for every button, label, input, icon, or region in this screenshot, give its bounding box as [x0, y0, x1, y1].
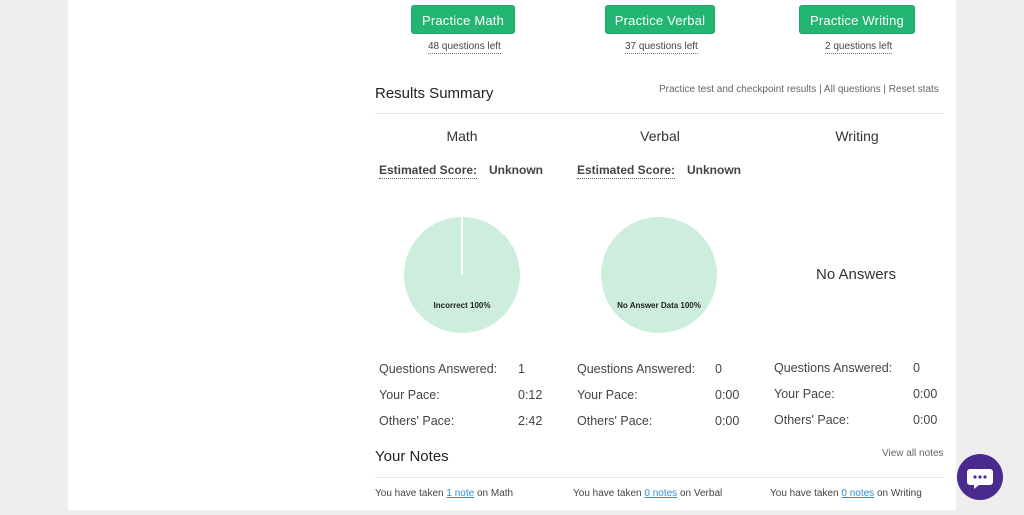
- verbal-others-pace-label: Others' Pace:: [577, 414, 653, 428]
- results-summary-title: Results Summary: [375, 85, 494, 102]
- practice-math-button[interactable]: Practice Math: [411, 5, 515, 34]
- verbal-questions-answered-label: Questions Answered:: [577, 362, 696, 376]
- subject-writing: Writing: [835, 128, 879, 144]
- verbal-questions-left[interactable]: 37 questions left: [625, 41, 698, 54]
- math-estimated-score-value: Unknown: [489, 163, 543, 177]
- practice-writing-button[interactable]: Practice Writing: [799, 5, 915, 34]
- math-notes-link[interactable]: 1 note: [446, 488, 474, 499]
- math-questions-left[interactable]: 48 questions left: [428, 41, 501, 54]
- math-notes-line: You have taken 1 note on Math: [375, 488, 513, 499]
- math-questions-answered-value: 1: [518, 362, 525, 376]
- practice-test-results-link[interactable]: Practice test and checkpoint results: [659, 84, 816, 95]
- view-all-notes-link[interactable]: View all notes: [882, 448, 944, 459]
- subject-verbal: Verbal: [640, 128, 680, 144]
- chat-launcher-button[interactable]: [957, 454, 1003, 500]
- notes-suffix: on Writing: [876, 488, 922, 499]
- math-others-pace-label: Others' Pace:: [379, 414, 455, 428]
- verbal-others-pace-value: 0:00: [715, 414, 740, 428]
- pie-slice-no-answer: [601, 217, 717, 333]
- writing-notes-line: You have taken 0 notes on Writing: [770, 488, 922, 499]
- math-others-pace-value: 2:42: [518, 414, 543, 428]
- verbal-pie-chart: No Answer Data 100%: [601, 217, 717, 333]
- writing-questions-answered-value: 0: [913, 361, 920, 375]
- divider: [375, 113, 944, 114]
- writing-questions-left[interactable]: 2 questions left: [825, 41, 893, 54]
- notes-suffix: on Math: [476, 488, 514, 499]
- math-your-pace-value: 0:12: [518, 388, 543, 402]
- notes-prefix: You have taken: [770, 488, 839, 499]
- subject-math: Math: [446, 128, 478, 144]
- pie-label: Incorrect 100%: [434, 301, 491, 310]
- your-notes-title: Your Notes: [375, 448, 449, 465]
- verbal-your-pace-value: 0:00: [715, 388, 740, 402]
- verbal-estimated-score-value: Unknown: [687, 163, 741, 177]
- link-separator: |: [816, 84, 824, 95]
- writing-notes-link[interactable]: 0 notes: [841, 488, 874, 499]
- notes-suffix: on Verbal: [679, 488, 723, 499]
- link-separator: |: [880, 84, 889, 95]
- verbal-notes-link[interactable]: 0 notes: [644, 488, 677, 499]
- results-links: Practice test and checkpoint results | A…: [659, 84, 939, 95]
- pie-label: No Answer Data 100%: [617, 301, 701, 310]
- math-questions-answered-label: Questions Answered:: [379, 362, 498, 376]
- writing-questions-answered-label: Questions Answered:: [774, 361, 893, 375]
- verbal-questions-answered-value: 0: [715, 362, 722, 376]
- math-your-pace-label: Your Pace:: [379, 388, 440, 402]
- verbal-notes-line: You have taken 0 notes on Verbal: [573, 488, 722, 499]
- notes-prefix: You have taken: [375, 488, 444, 499]
- writing-others-pace-value: 0:00: [913, 413, 938, 427]
- reset-stats-link[interactable]: Reset stats: [889, 84, 939, 95]
- verbal-your-pace-label: Your Pace:: [577, 388, 638, 402]
- all-questions-link[interactable]: All questions: [824, 84, 881, 95]
- writing-others-pace-label: Others' Pace:: [774, 413, 850, 427]
- chat-bubble-icon: [967, 469, 993, 489]
- divider: [375, 477, 944, 478]
- math-estimated-score-label[interactable]: Estimated Score:: [379, 163, 478, 179]
- writing-no-answers: No Answers: [816, 266, 897, 283]
- verbal-estimated-score-label[interactable]: Estimated Score:: [577, 163, 676, 179]
- math-pie-chart: Incorrect 100%: [404, 217, 520, 333]
- notes-prefix: You have taken: [573, 488, 642, 499]
- writing-your-pace-value: 0:00: [913, 387, 938, 401]
- practice-verbal-button[interactable]: Practice Verbal: [605, 5, 715, 34]
- writing-your-pace-label: Your Pace:: [774, 387, 835, 401]
